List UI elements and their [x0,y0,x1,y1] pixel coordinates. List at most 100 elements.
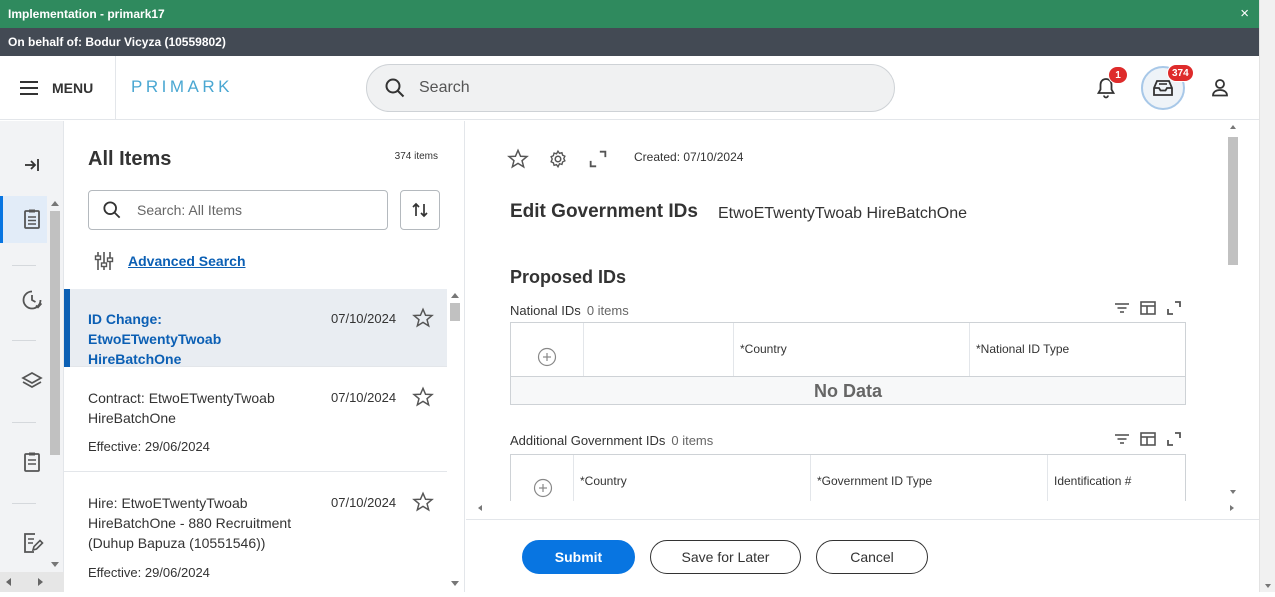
list-item[interactable]: Hire: EtwoETwentyTwoab HireBatchOne - 88… [64,473,447,592]
rail-checklist-button[interactable] [20,450,44,474]
action-bar: Submit Save for Later Cancel [466,519,1259,592]
hamburger-icon [20,81,38,95]
menu-button[interactable]: MENU [20,76,93,100]
section-heading: Proposed IDs [510,267,627,287]
star-icon [412,491,434,512]
rail-divider [12,503,36,504]
clock-history-icon [22,290,43,310]
edit-document-icon [24,533,44,553]
column-header-country[interactable]: *Country [734,323,970,376]
items-count: 374 items [394,151,438,162]
sort-button[interactable] [400,190,440,230]
item-effective-date: Effective: 29/06/2024 [88,565,210,580]
star-icon [412,307,434,328]
page-title: Edit Government IDs [510,201,698,222]
created-date: Created: 07/10/2024 [634,150,744,164]
cancel-button[interactable]: Cancel [816,540,928,574]
main-vertical-scrollbar[interactable] [1226,121,1240,501]
rail-tasks-button[interactable] [20,207,44,231]
grid-header-row: *Country *National ID Type [511,323,1185,376]
rail-hscrollbar-graphic [6,578,43,586]
inbox-badge: 374 [1167,64,1194,82]
item-title: Contract: EtwoETwentyTwoab HireBatchOne [88,390,275,426]
notifications-button[interactable]: 1 [1094,66,1128,100]
top-header: MENU PRIMARK Search 1 374 [0,56,1259,120]
main-vscrollbar-graphic [1228,125,1238,494]
add-row-cell [511,455,574,501]
checklist-icon [24,452,40,472]
plus-circle-icon [533,478,553,498]
grid-count: 0 items [671,433,714,448]
brand-logo[interactable]: PRIMARK [131,77,233,97]
search-placeholder: Search [419,79,470,96]
list-item[interactable]: Contract: EtwoETwentyTwoab HireBatchOne … [64,368,447,472]
rail-edit-button[interactable] [20,531,44,555]
items-panel: All Items 374 items Search: All Items Ad… [64,121,465,592]
add-row-button[interactable] [537,337,557,367]
rail-divider [12,340,36,341]
table-columns-icon [1140,432,1156,446]
table-columns-icon [1140,301,1156,315]
grid-fullscreen-button[interactable] [1166,300,1182,316]
filter-button[interactable] [1114,431,1130,447]
close-icon[interactable]: × [1240,0,1249,28]
star-icon [412,386,434,407]
favorite-button[interactable] [507,148,529,170]
left-rail [0,121,64,592]
additional-ids-label: Additional Government IDs 0 items [510,433,713,448]
list-item[interactable]: ID Change: EtwoETwentyTwoab HireBatchOne… [64,289,447,367]
favorite-star-button[interactable] [412,307,434,329]
proxy-text: On behalf of: Bodur Vicyza (10559802) [8,35,226,49]
grid-toolbar [1114,431,1182,447]
grid-title: National IDs [510,303,581,318]
rail-layers-button[interactable] [20,369,44,393]
grid-header-cell [584,323,734,376]
item-title: ID Change: EtwoETwentyTwoab HireBatchOne [88,311,222,367]
items-list-scrollbar[interactable] [448,291,462,591]
filter-sliders-icon [94,252,114,270]
inbox-button[interactable]: 374 [1141,64,1194,110]
advanced-search-row: Advanced Search [94,250,246,272]
favorite-star-button[interactable] [412,491,434,513]
items-search-input[interactable]: Search: All Items [88,190,388,230]
rail-divider [12,422,36,423]
submit-button[interactable]: Submit [522,540,635,574]
expand-panel-button[interactable] [20,153,44,177]
advanced-search-link[interactable]: Advanced Search [128,253,246,269]
grid-count: 0 items [586,303,629,318]
column-header-identification[interactable]: Identification # [1048,455,1185,501]
item-date: 07/10/2024 [331,495,397,510]
column-view-button[interactable] [1140,300,1156,316]
add-row-cell [511,323,584,376]
column-header-id-type[interactable]: *National ID Type [970,323,1185,376]
page-scrollbar[interactable] [1259,0,1275,592]
add-row-button[interactable] [533,468,553,498]
global-search-input[interactable]: Search [366,64,895,112]
rail-history-button[interactable] [20,288,44,312]
additional-ids-grid: *Country *Government ID Type Identificat… [510,454,1186,501]
favorite-star-button[interactable] [412,386,434,408]
plus-circle-icon [537,347,557,367]
expand-icon [1167,432,1181,446]
filter-button[interactable] [1114,300,1130,316]
profile-button[interactable] [1208,76,1232,100]
save-for-later-button[interactable]: Save for Later [650,540,801,574]
star-icon [507,148,529,169]
column-view-button[interactable] [1140,431,1156,447]
column-header-country[interactable]: *Country [574,455,811,501]
related-actions-button[interactable] [547,148,569,170]
page-subject[interactable]: EtwoETwentyTwoab HireBatchOne [718,205,967,223]
column-header-gov-id-type[interactable]: *Government ID Type [811,455,1048,501]
rail-scrollbar[interactable] [48,199,62,579]
main-horizontal-scrollbar[interactable] [470,501,1240,515]
layers-icon [21,372,43,388]
rail-hscrollbar[interactable] [0,572,64,592]
grid-fullscreen-button[interactable] [1166,431,1182,447]
fullscreen-button[interactable] [587,148,609,170]
items-scrollbar-graphic [450,293,460,586]
grid-title: Additional Government IDs [510,433,666,448]
national-ids-label: National IDs 0 items [510,303,629,318]
main-hscrollbar-graphic [478,505,1234,511]
grid-toolbar [1114,300,1182,316]
item-date: 07/10/2024 [331,390,397,405]
